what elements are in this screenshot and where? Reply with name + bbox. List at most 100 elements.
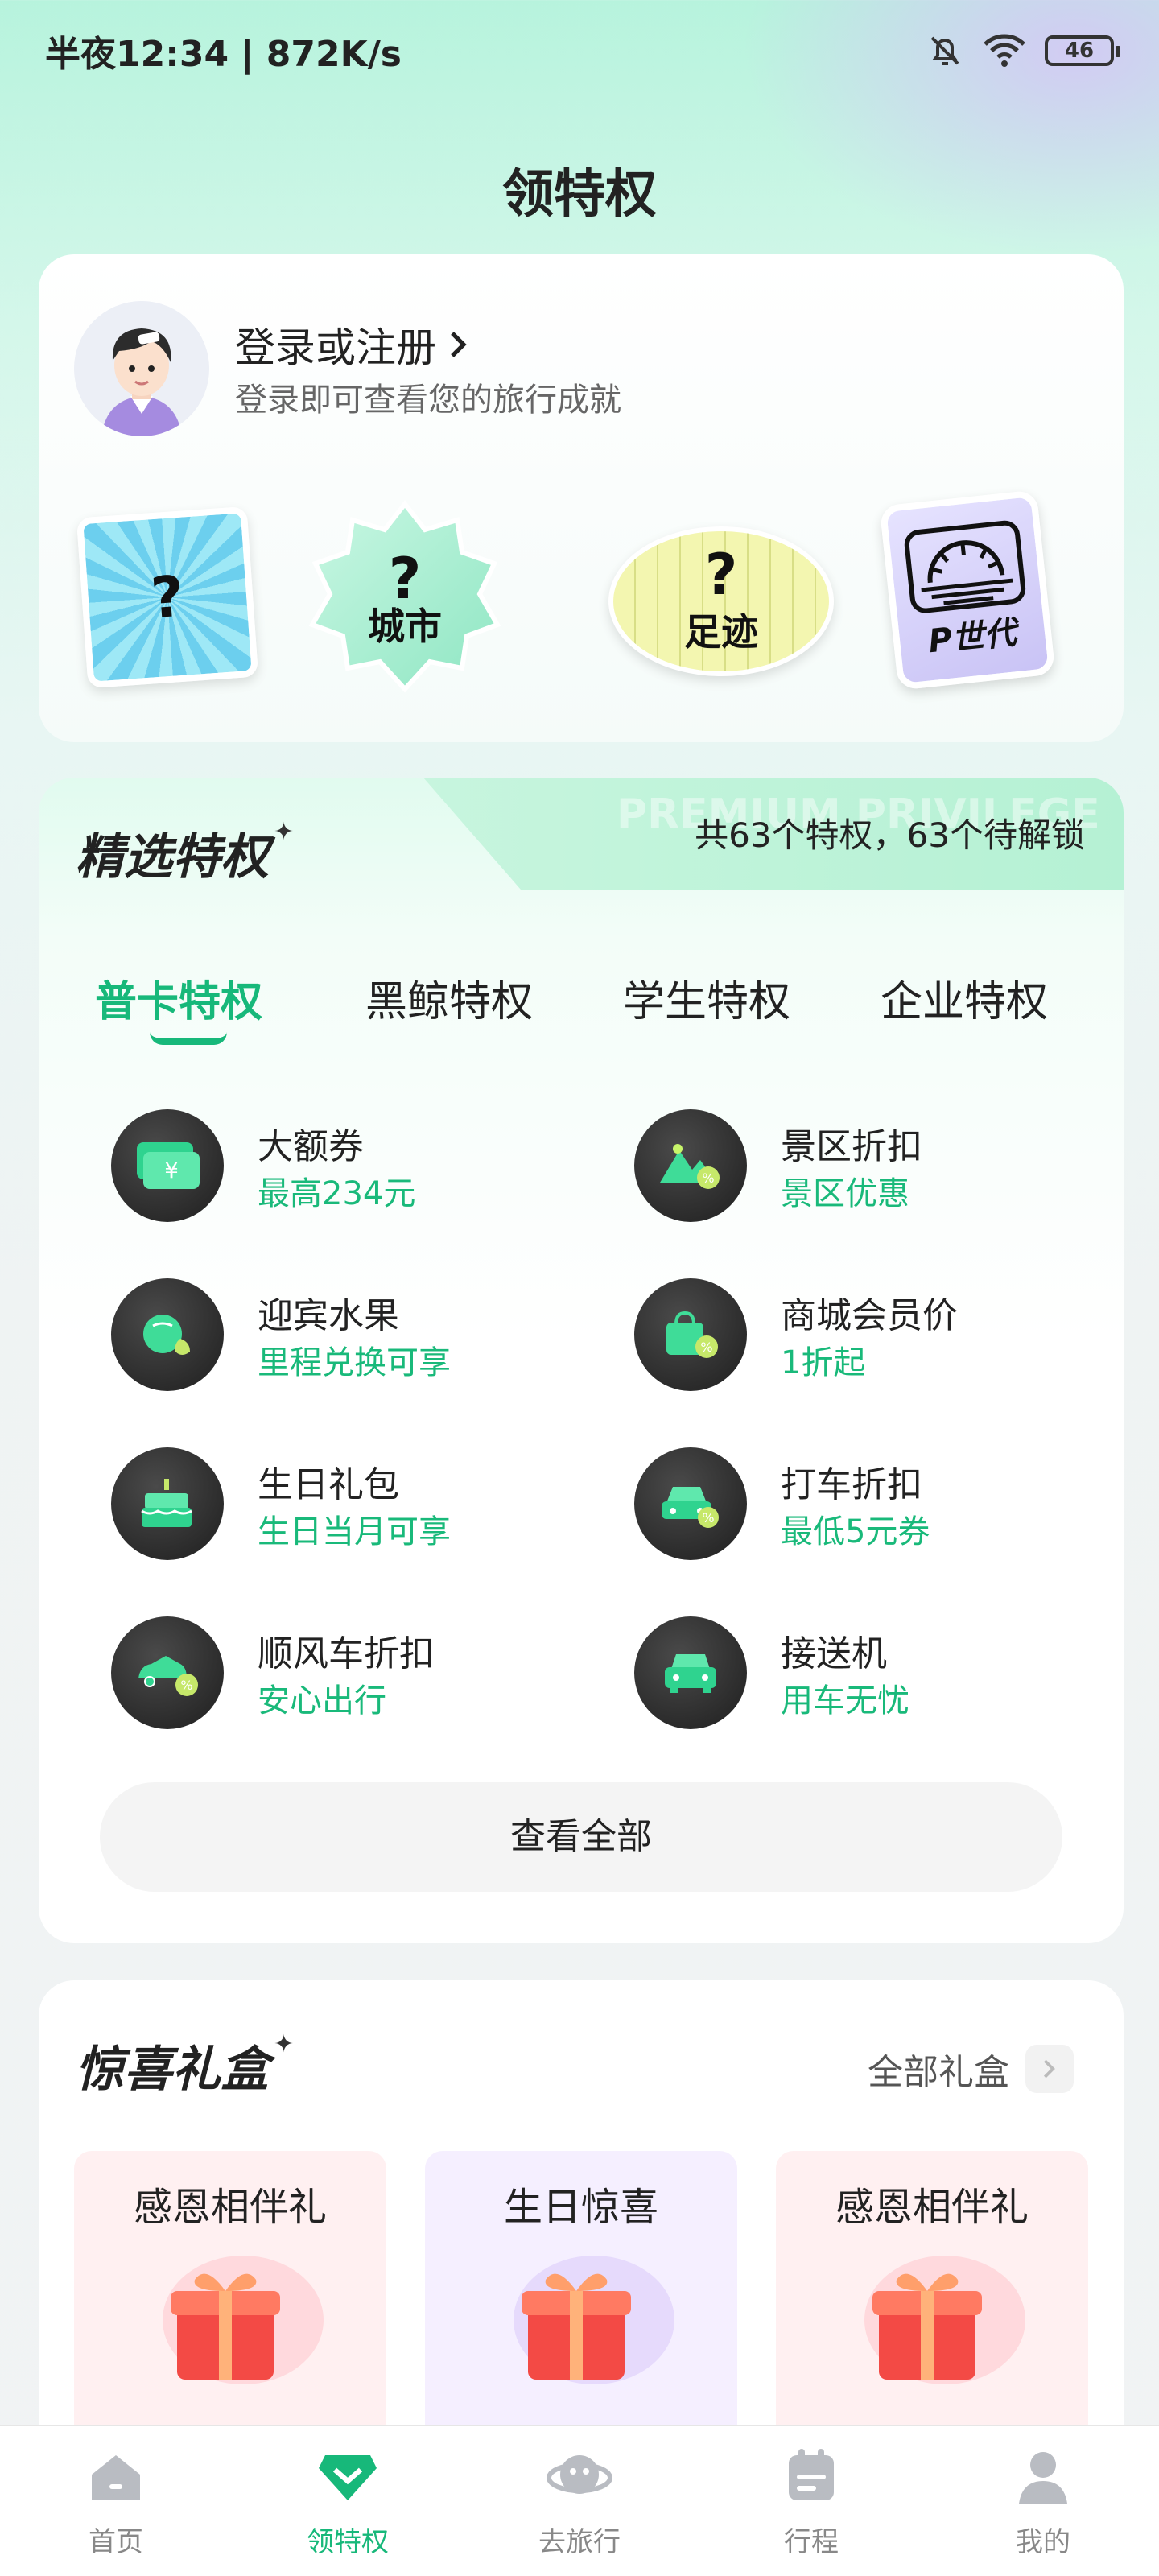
view-all-button[interactable]: 查看全部	[100, 1782, 1062, 1892]
gift-title-text: 惊喜礼盒	[76, 2041, 269, 2098]
badge-footprint[interactable]: ? 足迹	[608, 526, 834, 676]
tab-student[interactable]: 学生特权	[623, 968, 790, 1028]
privilege-desc: 景区优惠	[781, 1175, 909, 1212]
privilege-name: 打车折扣	[781, 1464, 922, 1505]
badge-p-generation[interactable]: P世代	[879, 489, 1056, 691]
achievement-badges: ? ? 城市 ? 足迹 P世代	[74, 481, 1088, 707]
privilege-name: 迎宾水果	[258, 1295, 399, 1336]
battery-indicator: 46	[1045, 35, 1120, 66]
privilege-item-taxi[interactable]: % 打车折扣 最低5元券	[634, 1447, 1085, 1568]
profile-icon	[1011, 2444, 1075, 2508]
tabbar-label: 去旅行	[538, 2526, 621, 2558]
gift-icon	[514, 2256, 674, 2384]
badge-label: P世代	[926, 614, 1018, 661]
chevron-right-icon	[1025, 2045, 1074, 2093]
privilege-name: 大额券	[258, 1126, 364, 1167]
airport-car-icon	[634, 1616, 747, 1729]
gift-title: 惊喜礼盒 ✦	[76, 2030, 294, 2100]
badge-mark: ?	[388, 545, 422, 612]
login-label: 登录或注册	[235, 324, 436, 371]
badge-mark: ?	[148, 563, 187, 632]
privilege-item-fruit[interactable]: 迎宾水果 里程兑换可享	[111, 1278, 562, 1399]
status-icons: 46	[926, 31, 1120, 70]
privilege-desc: 里程兑换可享	[258, 1344, 451, 1381]
gift-box-title: 感恩相伴礼	[835, 2185, 1029, 2230]
privilege-desc: 最高234元	[258, 1175, 416, 1212]
tabbar-label: 我的	[1016, 2526, 1070, 2558]
active-tab-indicator	[150, 1032, 227, 1045]
privilege-name: 商城会员价	[781, 1295, 958, 1336]
carpool-discount-icon: %	[111, 1616, 224, 1729]
privilege-desc: 安心出行	[258, 1682, 386, 1719]
wifi-icon	[984, 34, 1025, 67]
shopping-bag-icon: %	[634, 1278, 747, 1391]
privilege-item-scenic[interactable]: % 景区折扣 景区优惠	[634, 1109, 1085, 1230]
privileges-count: 共63个特权，63个待解锁	[695, 815, 1085, 855]
privilege-desc: 生日当月可享	[258, 1513, 451, 1550]
tabbar-item-travel[interactable]: 去旅行	[464, 2426, 695, 2576]
tabbar-item-privilege[interactable]: 领特权	[232, 2426, 464, 2576]
tabbar-item-itinerary[interactable]: 行程	[695, 2426, 927, 2576]
gift-box-title: 感恩相伴礼	[133, 2185, 327, 2230]
birthday-cake-icon	[111, 1447, 224, 1560]
badge-label: 足迹	[684, 610, 758, 654]
bell-muted-icon	[930, 36, 959, 65]
gift-icon	[163, 2256, 324, 2384]
privilege-item-coupon[interactable]: ¥ 大额券 最高234元	[111, 1109, 562, 1230]
svg-text:%: %	[702, 1510, 714, 1525]
privilege-desc: 1折起	[781, 1344, 866, 1381]
home-icon	[84, 2444, 148, 2508]
privilege-item-carpool[interactable]: % 顺风车折扣 安心出行	[111, 1616, 562, 1737]
gift-box-title: 生日惊喜	[503, 2185, 658, 2230]
svg-text:%: %	[700, 1340, 712, 1355]
coupon-icon: ¥	[111, 1109, 224, 1222]
svg-text:%: %	[702, 1170, 714, 1186]
badge-city[interactable]: ? 城市	[304, 497, 505, 699]
avatar[interactable]	[74, 301, 209, 436]
svg-text:¥: ¥	[164, 1157, 179, 1183]
status-bar: 半夜12:34 | 872K/s 46	[0, 0, 1159, 101]
tab-enterprise[interactable]: 企业特权	[881, 968, 1048, 1028]
bottom-tab-bar: 首页 领特权 去旅行 行程 我的	[0, 2425, 1159, 2576]
sunrise-icon	[904, 520, 1026, 613]
all-gift-boxes-link[interactable]: 全部礼盒	[868, 2043, 1074, 2095]
privileges-card: PREMIUM PRIVILEGE 精选特权 ✦ 共63个特权，63个待解锁 普卡…	[39, 778, 1124, 1943]
login-register-link[interactable]: 登录或注册	[235, 316, 470, 374]
privileges-title-text: 精选特权	[76, 829, 269, 886]
svg-text:%: %	[180, 1678, 192, 1693]
badge-mark: ?	[704, 542, 738, 608]
status-time: 半夜12:34 | 872K/s	[45, 34, 402, 75]
tabbar-label: 领特权	[307, 2526, 389, 2558]
privilege-item-airport[interactable]: 接送机 用车无忧	[634, 1616, 1085, 1737]
battery-level: 46	[1064, 39, 1095, 63]
privilege-name: 生日礼包	[258, 1464, 399, 1505]
tabbar-label: 首页	[89, 2526, 143, 2558]
gift-icon	[864, 2256, 1025, 2384]
scenic-discount-icon: %	[634, 1109, 747, 1222]
taxi-discount-icon: %	[634, 1447, 747, 1560]
login-subtitle: 登录即可查看您的旅行成就	[235, 382, 621, 419]
page-title: 领特权	[502, 165, 657, 225]
tabbar-label: 行程	[784, 2526, 839, 2558]
profile-card: 登录或注册 登录即可查看您的旅行成就 ? ? 城市 ? 足迹 P世代	[39, 254, 1124, 742]
privilege-name: 顺风车折扣	[258, 1633, 435, 1674]
sparkle-icon: ✦	[274, 2030, 295, 2058]
privilege-desc: 最低5元券	[781, 1513, 930, 1550]
badge-unknown[interactable]: ?	[76, 506, 259, 689]
tabbar-item-home[interactable]: 首页	[0, 2426, 232, 2576]
sparkle-icon: ✦	[274, 818, 295, 846]
planet-icon	[547, 2444, 612, 2508]
privilege-item-birthday[interactable]: 生日礼包 生日当月可享	[111, 1447, 562, 1568]
avatar-illustration-icon	[74, 301, 209, 436]
itinerary-icon	[779, 2444, 843, 2508]
privileges-title: 精选特权 ✦	[76, 818, 294, 888]
fruit-icon	[111, 1278, 224, 1391]
all-gift-boxes-label: 全部礼盒	[868, 2052, 1009, 2093]
privilege-icon	[316, 2444, 380, 2508]
tabbar-item-mine[interactable]: 我的	[927, 2426, 1159, 2576]
tab-standard-card[interactable]: 普卡特权	[95, 968, 262, 1028]
privilege-item-mall[interactable]: % 商城会员价 1折起	[634, 1278, 1085, 1399]
tab-black-whale[interactable]: 黑鲸特权	[365, 968, 533, 1028]
chevron-right-icon	[451, 332, 467, 357]
privilege-name: 景区折扣	[781, 1126, 922, 1167]
